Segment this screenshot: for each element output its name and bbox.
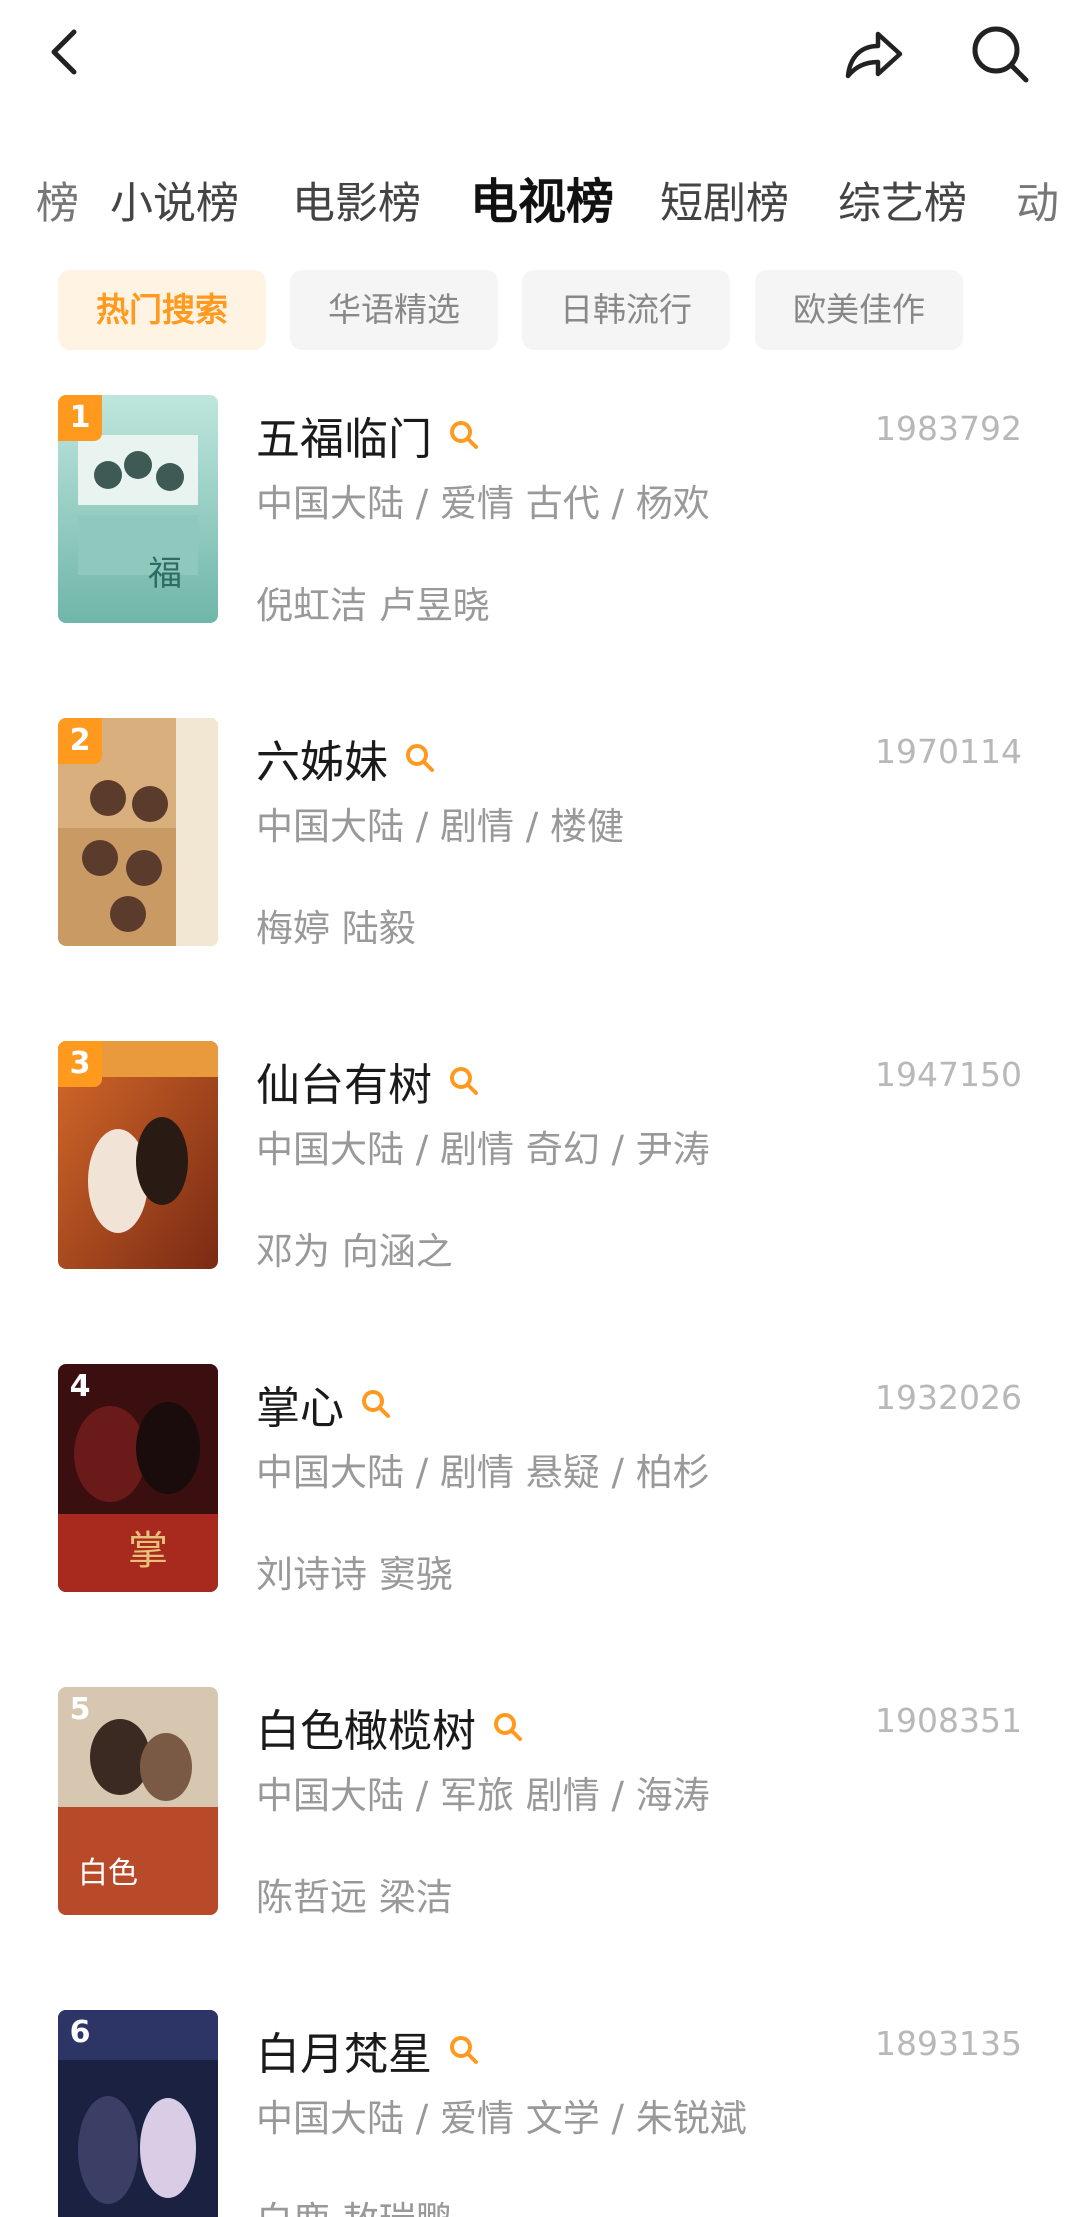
- share-arrow-icon[interactable]: [838, 22, 908, 86]
- item-meta: 中国大陆 / 爱情 文学 / 朱锐斌: [256, 2097, 747, 2140]
- search-count: 1983792: [875, 409, 1022, 448]
- poster-image[interactable]: 掌 4: [58, 1364, 218, 1592]
- chip-chinese[interactable]: 华语精选: [290, 270, 498, 350]
- item-meta: 中国大陆 / 剧情 奇幻 / 尹涛: [256, 1128, 710, 1171]
- list-item[interactable]: 6 白月梵星 1893135 中国大陆 / 爱情 文学 / 朱锐斌 白鹿 敖瑞鹏: [0, 2010, 1080, 2217]
- item-meta: 中国大陆 / 军旅 剧情 / 海涛: [256, 1774, 710, 1817]
- search-count: 1947150: [875, 1055, 1022, 1094]
- item-cast: 陈哲远 梁洁: [256, 1876, 453, 1919]
- search-count: 1970114: [875, 732, 1022, 771]
- search-icon[interactable]: [966, 20, 1036, 86]
- rank-badge: 6: [69, 2015, 91, 2050]
- title-row: 白月梵星: [256, 2020, 480, 2080]
- list-item[interactable]: 掌 4 掌心 1932026 中国大陆 / 剧情 悬疑 / 柏杉 刘诗诗 窦骁: [0, 1364, 1080, 1596]
- poster-image[interactable]: 福 1: [58, 395, 218, 623]
- item-title[interactable]: 白月梵星: [256, 2018, 432, 2082]
- title-row: 仙台有树: [256, 1051, 480, 1111]
- rank-badge: 2: [58, 718, 102, 764]
- item-cast: 白鹿 敖瑞鹏: [256, 2190, 453, 2217]
- back-arrow-icon[interactable]: [40, 22, 96, 82]
- poster-image[interactable]: 白色 5: [58, 1687, 218, 1915]
- poster-image[interactable]: 6: [58, 2010, 218, 2217]
- tab-partial-right[interactable]: 动: [1016, 168, 1059, 240]
- title-row: 五福临门: [256, 405, 480, 465]
- svg-text:掌: 掌: [128, 1528, 168, 1573]
- top-bar: [0, 0, 1080, 110]
- search-count: 1893135: [875, 2024, 1022, 2063]
- item-title[interactable]: 五福临门: [256, 403, 432, 467]
- rank-badge: 4: [69, 1369, 91, 1404]
- tab-short-drama[interactable]: 短剧榜: [660, 168, 789, 240]
- category-tabs: 榜 小说榜 电影榜 电视榜 短剧榜 综艺榜 动: [0, 168, 1080, 240]
- tab-tv[interactable]: 电视榜: [470, 168, 614, 238]
- item-title[interactable]: 掌心: [256, 1372, 344, 1436]
- search-icon[interactable]: [404, 742, 436, 774]
- item-cast: 邓为 向涵之: [256, 1230, 453, 1273]
- search-icon[interactable]: [492, 1711, 524, 1743]
- item-meta: 中国大陆 / 剧情 / 楼健: [256, 805, 624, 848]
- search-icon[interactable]: [448, 2034, 480, 2066]
- item-title[interactable]: 六姊妹: [256, 726, 388, 790]
- tab-variety[interactable]: 综艺榜: [838, 168, 967, 240]
- filter-chips: 热门搜索 华语精选 日韩流行 欧美佳作: [0, 270, 1080, 350]
- item-cast: 倪虹洁 卢昱晓: [256, 584, 490, 627]
- item-cast: 梅婷 陆毅: [256, 907, 416, 950]
- tab-partial-left[interactable]: 榜: [36, 168, 79, 240]
- chip-hot-search[interactable]: 热门搜索: [58, 270, 266, 350]
- item-title[interactable]: 白色橄榄树: [256, 1695, 476, 1759]
- chip-japan-korea[interactable]: 日韩流行: [522, 270, 730, 350]
- item-title[interactable]: 仙台有树: [256, 1049, 432, 1113]
- svg-text:福: 福: [148, 556, 182, 593]
- search-icon[interactable]: [360, 1388, 392, 1420]
- rank-badge: 1: [58, 395, 102, 441]
- poster-image[interactable]: 2: [58, 718, 218, 946]
- item-meta: 中国大陆 / 剧情 悬疑 / 柏杉: [256, 1451, 710, 1494]
- chip-western[interactable]: 欧美佳作: [755, 270, 963, 350]
- rank-badge: 3: [58, 1041, 102, 1087]
- rank-badge: 5: [69, 1692, 91, 1727]
- poster-image[interactable]: 3: [58, 1041, 218, 1269]
- item-cast: 刘诗诗 窦骁: [256, 1553, 453, 1596]
- search-count: 1908351: [875, 1701, 1022, 1740]
- title-row: 掌心: [256, 1374, 392, 1434]
- list-item[interactable]: 福 1 五福临门 1983792 中国大陆 / 爱情 古代 / 杨欢 倪虹洁 卢…: [0, 395, 1080, 627]
- search-count: 1932026: [875, 1378, 1022, 1417]
- tab-novel[interactable]: 小说榜: [110, 168, 239, 240]
- title-row: 六姊妹: [256, 728, 436, 788]
- title-row: 白色橄榄树: [256, 1697, 524, 1757]
- search-icon[interactable]: [448, 1065, 480, 1097]
- list-item[interactable]: 2 六姊妹 1970114 中国大陆 / 剧情 / 楼健 梅婷 陆毅: [0, 718, 1080, 950]
- search-icon[interactable]: [448, 419, 480, 451]
- svg-text:白色: 白色: [78, 1857, 138, 1890]
- tab-movie[interactable]: 电影榜: [292, 168, 421, 240]
- list-item[interactable]: 白色 5 白色橄榄树 1908351 中国大陆 / 军旅 剧情 / 海涛 陈哲远…: [0, 1687, 1080, 1919]
- list-item[interactable]: 3 仙台有树 1947150 中国大陆 / 剧情 奇幻 / 尹涛 邓为 向涵之: [0, 1041, 1080, 1273]
- item-meta: 中国大陆 / 爱情 古代 / 杨欢: [256, 482, 710, 525]
